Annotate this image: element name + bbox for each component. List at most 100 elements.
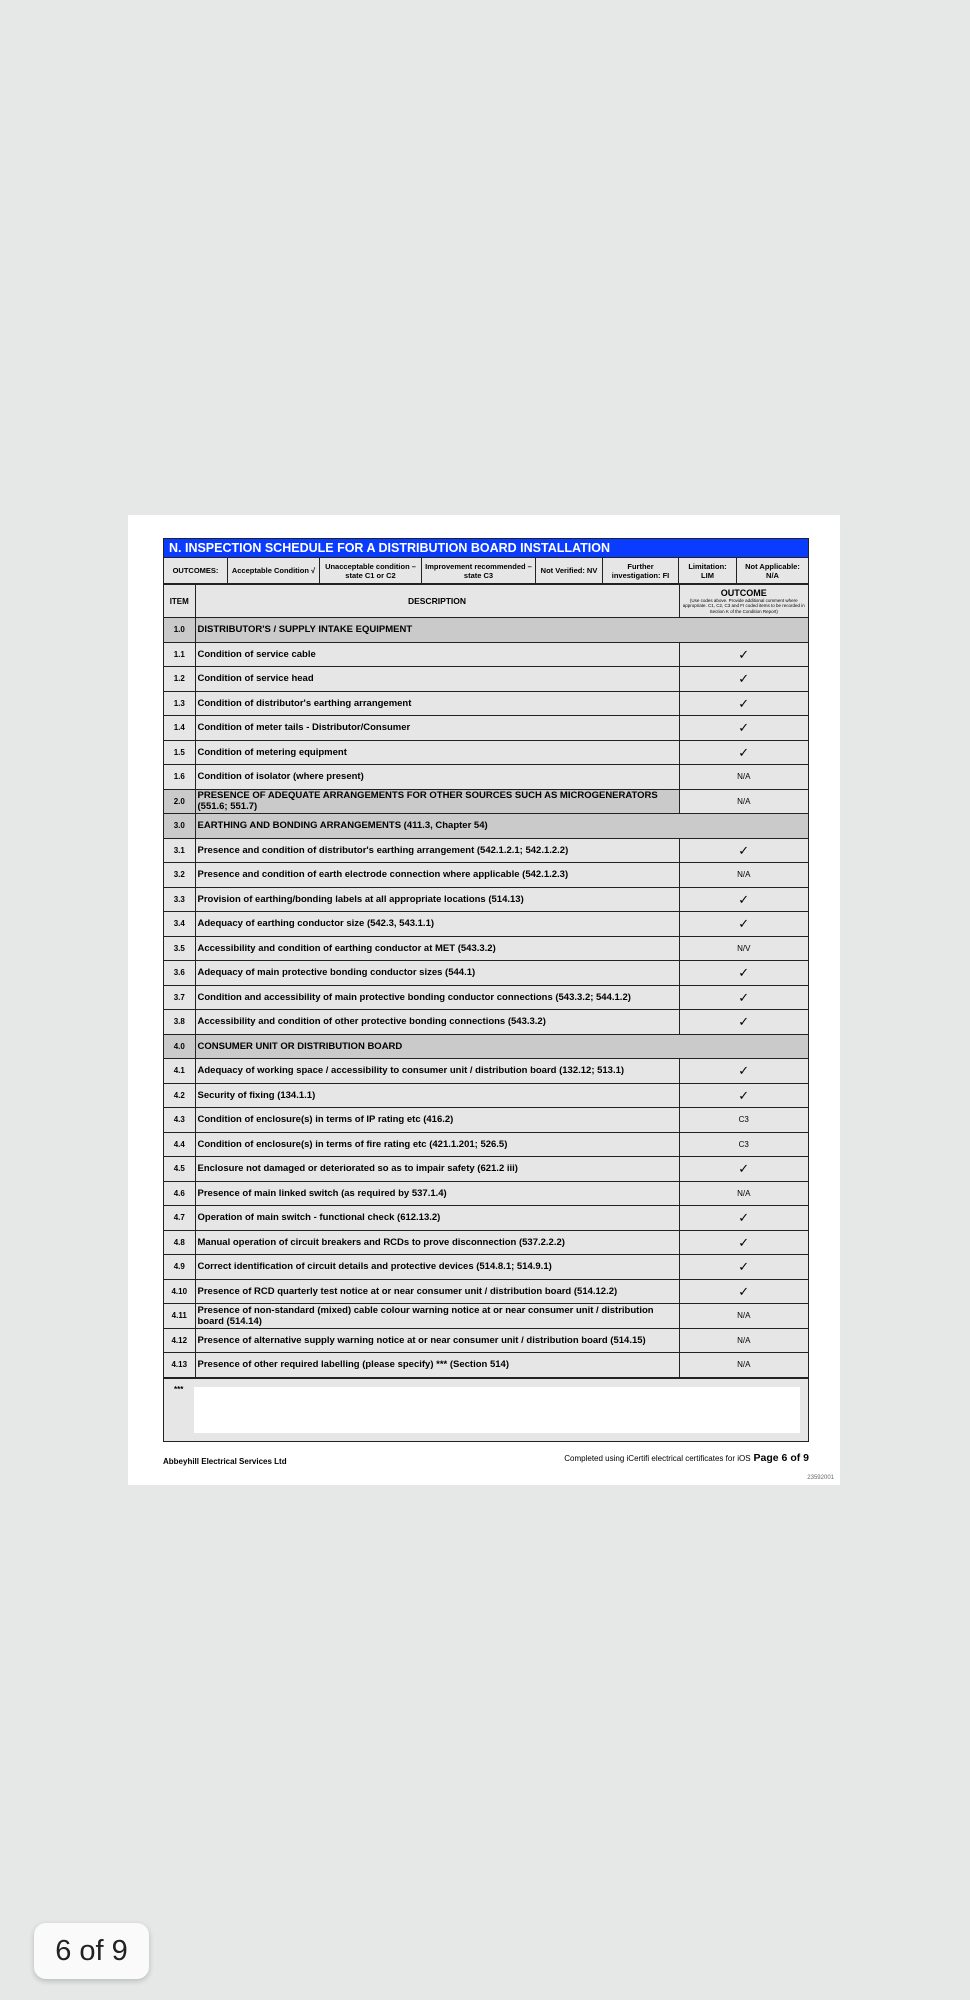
item-outcome[interactable]: ✓ [678, 984, 808, 1010]
section-row: 4.0 CONSUMER UNIT OR DISTRIBUTION BOARD [164, 1033, 808, 1059]
item-description: Condition and accessibility of main prot… [194, 984, 680, 1010]
item-number: 4.9 [164, 1254, 196, 1280]
outcome-code: OUTCOMES: [164, 558, 228, 583]
footer-info: Completed using iCertifi electrical cert… [564, 1452, 809, 1464]
table-row: 4.1 Adequacy of working space / accessibi… [164, 1058, 808, 1084]
table-row: 4.6 Presence of main linked switch (as re… [164, 1180, 808, 1206]
item-description: Accessibility and condition of earthing … [194, 935, 680, 961]
item-number: 1.2 [164, 666, 196, 692]
item-outcome[interactable]: C3 [678, 1107, 808, 1133]
item-outcome[interactable]: N/A [678, 1327, 808, 1353]
item-description: Condition of isolator (where present) [194, 764, 680, 790]
item-description: PRESENCE OF ADEQUATE ARRANGEMENTS FOR OT… [194, 788, 680, 814]
notes-marker: *** [174, 1384, 184, 1394]
table-row: 4.3 Condition of enclosure(s) in terms of… [164, 1107, 808, 1133]
item-header: ITEM [164, 584, 196, 618]
table-row: 3.3 Provision of earthing/bonding labels … [164, 886, 808, 912]
item-outcome[interactable]: C3 [678, 1131, 808, 1157]
table-row: 3.7 Condition and accessibility of main p… [164, 984, 808, 1010]
item-description: Presence and condition of distributor's … [194, 837, 680, 863]
item-outcome[interactable]: ✓ [678, 1205, 808, 1231]
table-row: 4.7 Operation of main switch - functional… [164, 1205, 808, 1231]
outcomes-legend: OUTCOMES: Acceptable Condition √ Unaccepta… [164, 558, 808, 584]
item-outcome[interactable]: ✓ [678, 1058, 808, 1084]
table-row: 4.12 Presence of alternative supply warni… [164, 1327, 808, 1353]
item-outcome[interactable]: ✓ [678, 1082, 808, 1108]
item-outcome[interactable]: ✓ [678, 837, 808, 863]
item-number: 4.13 [164, 1352, 196, 1378]
item-number: 3.7 [164, 984, 196, 1010]
item-number: 3.3 [164, 886, 196, 912]
item-number: 1.6 [164, 764, 196, 790]
outcome-code: Limitation: LIM [679, 558, 737, 583]
section-row: 1.0 DISTRIBUTOR'S / SUPPLY INTAKE EQUIPME… [164, 617, 808, 643]
item-outcome[interactable]: ✓ [678, 911, 808, 937]
item-outcome[interactable]: ✓ [678, 960, 808, 986]
outcome-code: Further investigation: FI [603, 558, 679, 583]
item-number: 1.4 [164, 715, 196, 741]
outcome-code: Improvement recommended – state C3 [422, 558, 536, 583]
item-number: 1.0 [164, 617, 196, 643]
table-row: 1.2 Condition of service head ✓ [164, 666, 808, 692]
item-outcome[interactable]: ✓ [678, 1229, 808, 1255]
item-description: Accessibility and condition of other pro… [194, 1009, 680, 1035]
item-outcome[interactable]: ✓ [678, 1009, 808, 1035]
item-outcome[interactable]: ✓ [678, 666, 808, 692]
item-description: Condition of service head [194, 666, 680, 692]
outcome-code: Not Applicable: N/A [745, 561, 800, 580]
item-description: Condition of metering equipment [194, 739, 680, 765]
table-row: 4.2 Security of fixing (134.1.1) ✓ [164, 1082, 808, 1108]
item-outcome[interactable]: ✓ [678, 886, 808, 912]
item-description: Operation of main switch - functional ch… [194, 1205, 680, 1231]
item-number: 4.5 [164, 1156, 196, 1182]
table-row: 1.1 Condition of service cable ✓ [164, 641, 808, 667]
notes-section: *** [164, 1377, 808, 1441]
item-outcome[interactable]: ✓ [678, 715, 808, 741]
item-outcome[interactable]: N/A [678, 1303, 808, 1329]
item-outcome[interactable]: N/V [678, 935, 808, 961]
item-number: 1.5 [164, 739, 196, 765]
table-row: 4.11 Presence of non-standard (mixed) cab… [164, 1303, 808, 1329]
table-row: 4.13 Presence of other required labelling… [164, 1352, 808, 1378]
outcome-code: Acceptable Condition √ [228, 558, 320, 583]
item-number: 4.12 [164, 1327, 196, 1353]
company-name: Abbeyhill Electrical Services Ltd [163, 1457, 287, 1466]
outcome-code: Not Verified: NV [536, 558, 603, 583]
schedule-title: N. INSPECTION SCHEDULE FOR A DISTRIBUTIO… [164, 539, 808, 558]
table-row: 4.4 Condition of enclosure(s) in terms of… [164, 1131, 808, 1157]
item-outcome[interactable]: ✓ [678, 641, 808, 667]
table-row: 1.6 Condition of isolator (where present)… [164, 764, 808, 790]
item-description: EARTHING AND BONDING ARRANGEMENTS (411.3… [194, 813, 808, 839]
item-description: Presence of alternative supply warning n… [194, 1327, 680, 1353]
page-number: Page 6 of 9 [753, 1452, 809, 1464]
item-number: 4.6 [164, 1180, 196, 1206]
item-description: Presence of non-standard (mixed) cable c… [194, 1303, 680, 1329]
item-outcome[interactable]: N/A [678, 764, 808, 790]
schedule-table: ITEM DESCRIPTION OUTCOME (Use codes above… [164, 584, 808, 1378]
item-number: 3.5 [164, 935, 196, 961]
item-outcome[interactable]: N/A [678, 1352, 808, 1378]
item-description: Condition of service cable [194, 641, 680, 667]
item-number: 2.0 [164, 788, 196, 814]
notes-field[interactable] [194, 1386, 800, 1433]
table-row: 3.4 Adequacy of earthing conductor size (… [164, 911, 808, 937]
item-outcome[interactable]: ✓ [678, 739, 808, 765]
item-description: Condition of enclosure(s) in terms of fi… [194, 1131, 680, 1157]
item-description: Presence of main linked switch (as requi… [194, 1180, 680, 1206]
item-outcome[interactable]: ✓ [678, 1254, 808, 1280]
document-page: N. INSPECTION SCHEDULE FOR A DISTRIBUTIO… [128, 515, 840, 1485]
item-outcome[interactable]: ✓ [678, 690, 808, 716]
table-row: 3.1 Presence and condition of distributor… [164, 837, 808, 863]
item-outcome[interactable]: N/A [678, 862, 808, 888]
table-row: 1.5 Condition of metering equipment ✓ [164, 739, 808, 765]
item-outcome[interactable]: N/A [678, 1180, 808, 1206]
item-description: Presence and condition of earth electrod… [194, 862, 680, 888]
item-outcome[interactable]: ✓ [678, 1278, 808, 1304]
document-code: 23592001 [807, 1475, 834, 1481]
item-number: 4.7 [164, 1205, 196, 1231]
table-row: 1.3 Condition of distributor's earthing a… [164, 690, 808, 716]
item-outcome[interactable]: N/A [678, 788, 808, 814]
table-header: ITEM DESCRIPTION OUTCOME (Use codes above… [164, 584, 808, 618]
item-number: 4.10 [164, 1278, 196, 1304]
item-outcome[interactable]: ✓ [678, 1156, 808, 1182]
